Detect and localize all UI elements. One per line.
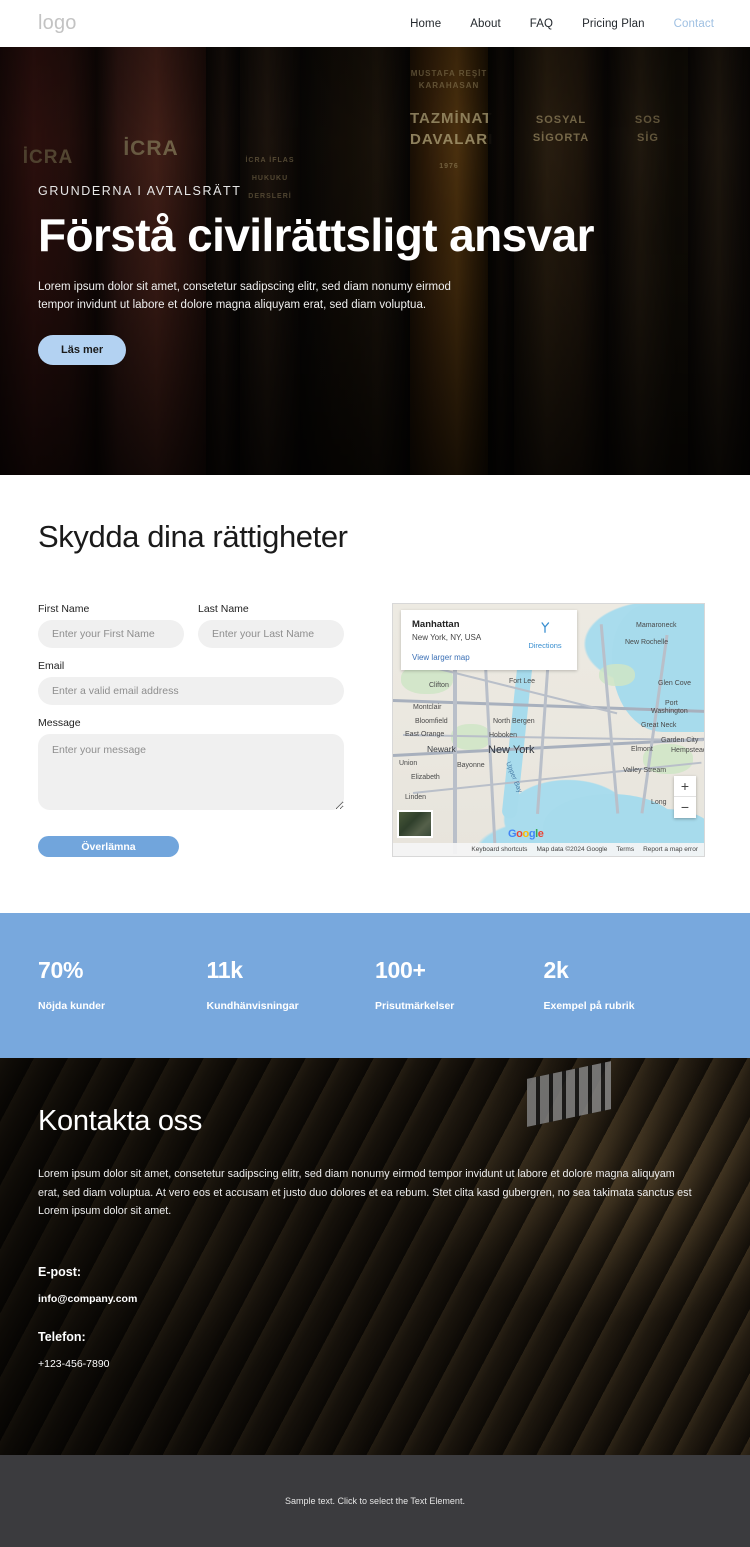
- map-zoom-controls: + −: [674, 776, 696, 818]
- phone-heading: Telefon:: [38, 1329, 86, 1344]
- hero-content: GRUNDERNA I AVTALSRÄTT Förstå civilrätts…: [0, 47, 750, 365]
- stat-number: 100+: [375, 957, 426, 983]
- directions-icon: [541, 622, 550, 633]
- site-header: logo Home About FAQ Pricing Plan Contact: [0, 0, 750, 47]
- submit-button[interactable]: Överlämna: [38, 836, 179, 857]
- stat-item: 11k Kundhänvisningar: [207, 957, 376, 1012]
- landing-page: logo Home About FAQ Pricing Plan Contact…: [0, 0, 750, 1547]
- zoom-out-button[interactable]: −: [674, 797, 696, 818]
- map-label: Linden: [405, 794, 427, 801]
- phone-value[interactable]: +123-456-7890: [38, 1358, 712, 1370]
- map-label: Long: [651, 799, 667, 806]
- hero-cta-button[interactable]: Läs mer: [38, 335, 127, 365]
- map-label: Elmont: [631, 746, 653, 753]
- stat-item: 2k Exempel på rubrik: [544, 957, 713, 1012]
- map-label: Bloomfield: [415, 718, 448, 725]
- stat-number: 11k: [206, 957, 244, 983]
- footer-text[interactable]: Sample text. Click to select the Text El…: [285, 1496, 465, 1506]
- map-label: East Orange: [405, 731, 445, 738]
- last-name-field-group: Last Name: [198, 603, 344, 648]
- view-larger-map-link[interactable]: View larger map: [412, 653, 566, 662]
- stat-number: 2k: [543, 957, 569, 983]
- first-name-input[interactable]: [38, 620, 184, 648]
- map-label: Great Neck: [641, 722, 677, 729]
- email-value[interactable]: info@company.com: [38, 1293, 712, 1305]
- contact-title: Kontakta oss: [38, 1105, 203, 1137]
- first-name-label: First Name: [38, 603, 90, 615]
- map-attribution-bar: Keyboard shortcuts Map data ©2024 Google…: [393, 843, 704, 856]
- last-name-label: Last Name: [198, 603, 249, 615]
- hero-eyebrow: GRUNDERNA I AVTALSRÄTT: [38, 184, 242, 198]
- report-map-error-link[interactable]: Report a map error: [643, 846, 698, 853]
- map-label: Washington: [651, 708, 688, 715]
- map-label: Garden City: [661, 737, 699, 744]
- map-label-primary: New York: [488, 744, 535, 756]
- nav-item-pricing-plan[interactable]: Pricing Plan: [582, 18, 645, 30]
- email-input[interactable]: [38, 677, 344, 705]
- stat-item: 70% Nöjda kunder: [38, 957, 207, 1012]
- map-label: Hempstead: [671, 747, 705, 754]
- email-heading: E-post:: [38, 1264, 82, 1279]
- map-data-attribution: Map data ©2024 Google: [536, 846, 608, 853]
- map-info-card: Manhattan New York, NY, USA View larger …: [401, 610, 577, 670]
- message-label: Message: [38, 717, 81, 729]
- contact-section: Kontakta oss Lorem ipsum dolor sit amet,…: [0, 1058, 750, 1455]
- nav-item-contact[interactable]: Contact: [674, 18, 714, 30]
- map-label: Montclair: [413, 704, 442, 711]
- satellite-thumbnail-toggle[interactable]: [397, 810, 433, 838]
- stat-label: Kundhänvisningar: [206, 1000, 299, 1012]
- map-label: Elizabeth: [411, 774, 440, 781]
- map-label: Port: [665, 700, 678, 707]
- stat-item: 100+ Prisutmärkelser: [375, 957, 544, 1012]
- email-field-group: Email: [38, 660, 344, 705]
- map-label: Union: [399, 760, 418, 767]
- section-title: Skydda dina rättigheter: [38, 519, 348, 554]
- hero-subtitle: Lorem ipsum dolor sit amet, consetetur s…: [38, 280, 451, 312]
- statistics-band: 70% Nöjda kunder 11k Kundhänvisningar 10…: [0, 913, 750, 1058]
- stat-label: Nöjda kunder: [38, 1000, 106, 1012]
- map-label: North Bergen: [493, 718, 535, 725]
- last-name-input[interactable]: [198, 620, 344, 648]
- hero-title: Förstå civilrättsligt ansvar: [38, 209, 594, 261]
- zoom-in-button[interactable]: +: [674, 776, 696, 797]
- site-footer: Sample text. Click to select the Text El…: [0, 1454, 750, 1547]
- map-label: Mamaroneck: [636, 622, 677, 629]
- name-fields-row: First Name Last Name: [38, 603, 344, 660]
- hero-section: İCRA İCRA İCRA İFLAS HUKUKU DERSLERİ MUS…: [0, 47, 750, 475]
- directions-button[interactable]: Directions: [521, 620, 569, 653]
- map-label: Fort Lee: [509, 678, 536, 685]
- stat-number: 70%: [38, 957, 84, 983]
- stat-label: Prisutmärkelser: [375, 1000, 455, 1012]
- message-field-group: Message: [38, 717, 344, 815]
- contact-content: Kontakta oss Lorem ipsum dolor sit amet,…: [38, 1105, 712, 1370]
- google-logo: Google: [508, 828, 544, 840]
- stat-label: Exempel på rubrik: [543, 1000, 635, 1012]
- form-map-columns: First Name Last Name Email Message: [38, 603, 712, 857]
- site-logo[interactable]: logo: [38, 12, 77, 35]
- directions-label: Directions: [528, 641, 562, 650]
- map-label: New Rochelle: [625, 639, 669, 646]
- contact-description: Lorem ipsum dolor sit amet, consetetur s…: [38, 1168, 692, 1218]
- map-label: Valley Stream: [623, 767, 667, 774]
- nav-item-faq[interactable]: FAQ: [530, 18, 553, 30]
- first-name-field-group: First Name: [38, 603, 184, 648]
- terms-link[interactable]: Terms: [616, 846, 634, 853]
- contact-form: First Name Last Name Email Message: [38, 603, 344, 857]
- map-label: Bayonne: [457, 762, 485, 769]
- map-column: Mamaroneck New Rochelle Glen Cove Clifto…: [392, 603, 705, 857]
- map-label: Newark: [427, 744, 456, 754]
- contact-form-section: Skydda dina rättigheter First Name Last …: [0, 475, 750, 913]
- map-label: Hoboken: [489, 732, 518, 739]
- main-navigation: Home About FAQ Pricing Plan Contact: [410, 18, 714, 30]
- map-label: Clifton: [429, 682, 449, 689]
- google-map[interactable]: Mamaroneck New Rochelle Glen Cove Clifto…: [392, 603, 705, 857]
- map-label: Glen Cove: [658, 680, 692, 687]
- keyboard-shortcuts-link[interactable]: Keyboard shortcuts: [471, 846, 527, 853]
- message-textarea[interactable]: [38, 734, 344, 810]
- nav-item-about[interactable]: About: [470, 18, 501, 30]
- email-label: Email: [38, 660, 65, 672]
- nav-item-home[interactable]: Home: [410, 18, 441, 30]
